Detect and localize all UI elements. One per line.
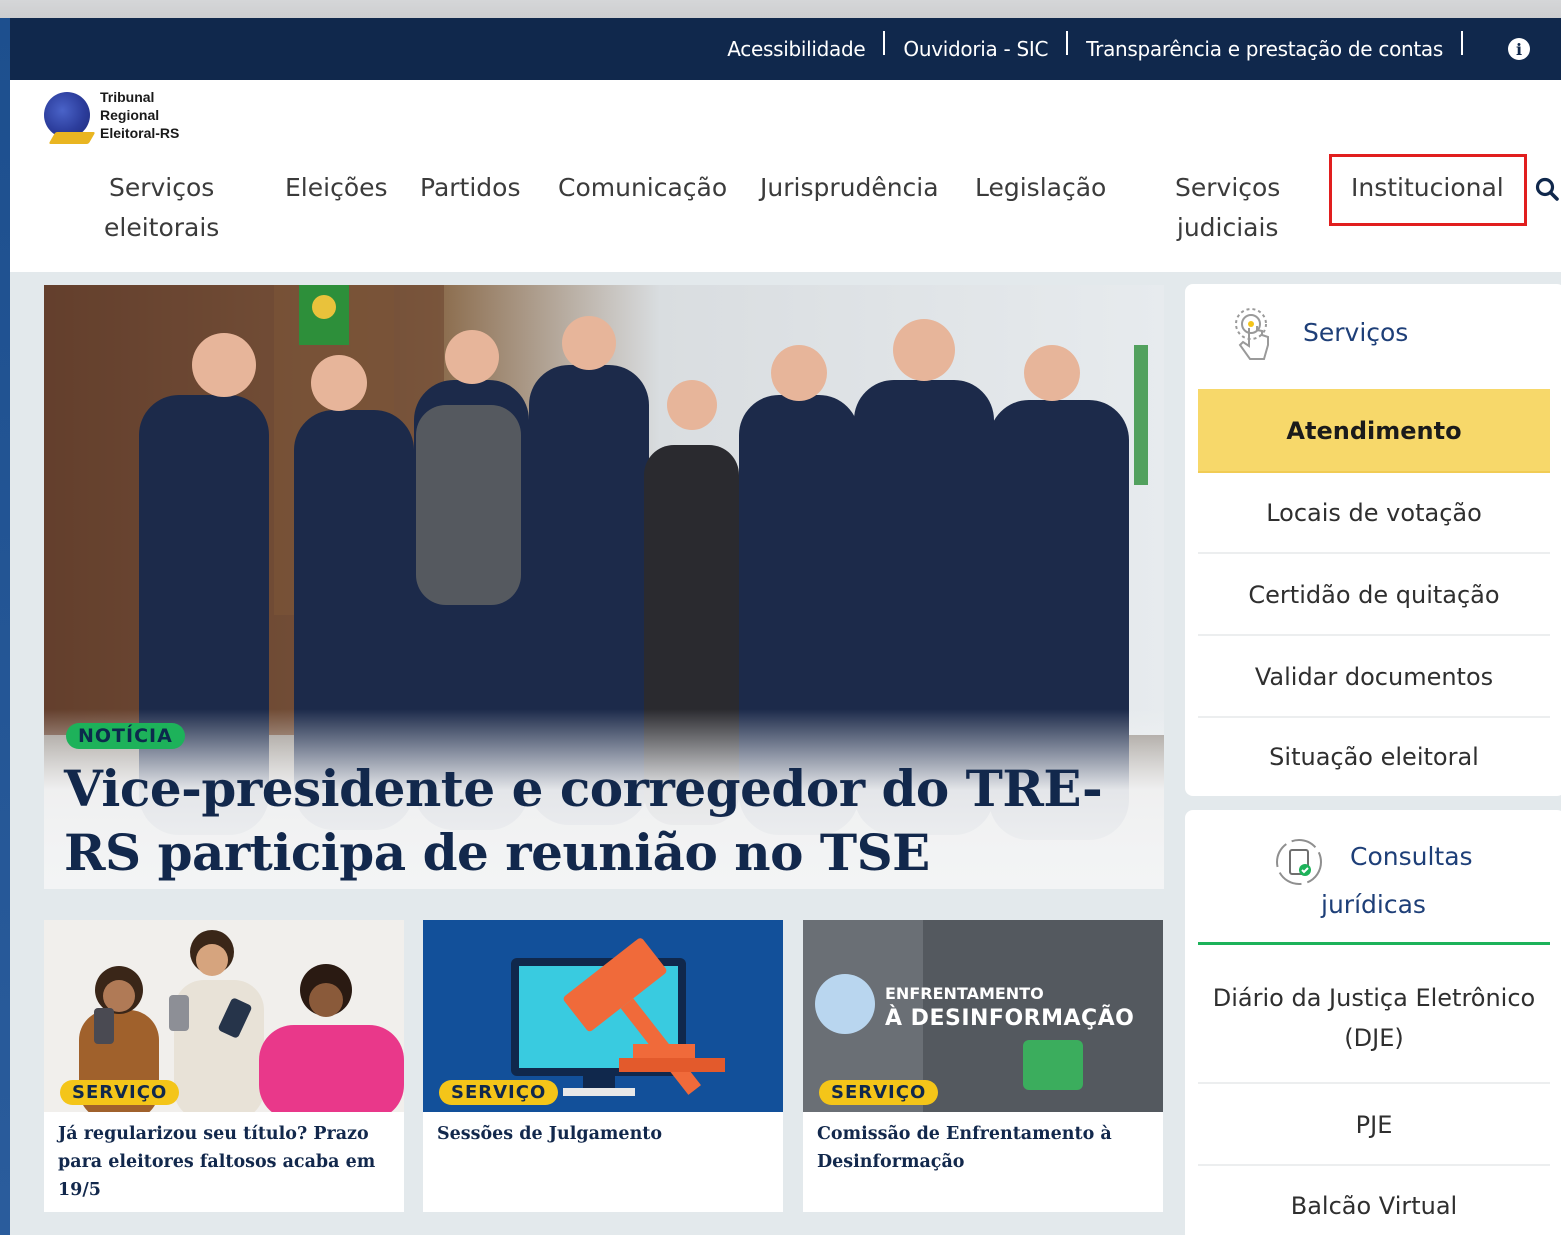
- info-icon[interactable]: i: [1508, 38, 1530, 60]
- highlight-box: [1329, 154, 1527, 226]
- sidebar-item-situacao-eleitoral[interactable]: Situação eleitoral: [1198, 718, 1550, 796]
- accessibility-link[interactable]: Acessibilidade: [727, 37, 865, 61]
- news-card-sessoes[interactable]: SERVIÇO Sessões de Julgamento: [423, 920, 783, 1212]
- globe-logo-icon: [44, 92, 90, 138]
- sidebar-item-validar-documentos[interactable]: Validar documentos: [1198, 636, 1550, 718]
- news-badge: NOTÍCIA: [66, 723, 185, 749]
- site-header: Tribunal Regional Eleitoral-RS Serviços …: [10, 80, 1561, 272]
- news-card-regularizacao[interactable]: SERVIÇO Já regularizou seu título? Prazo…: [44, 920, 404, 1212]
- nav-item-jurisprudencia[interactable]: Jurisprudência: [760, 168, 939, 208]
- image-caption-line1: ENFRENTAMENTO: [885, 984, 1044, 1003]
- transparency-link[interactable]: Transparência e prestação de contas: [1086, 37, 1443, 61]
- sidebar-item-diario-justica[interactable]: Diário da Justiça Eletrônico (DJE): [1198, 956, 1550, 1084]
- browser-viewport: Acessibilidade Ouvidoria - SIC Transparê…: [10, 18, 1561, 1235]
- card-title[interactable]: Já regularizou seu título? Prazo para el…: [58, 1120, 378, 1204]
- nav-item-comunicacao[interactable]: Comunicação: [558, 168, 727, 208]
- services-panel: Serviços Atendimento Locais de votação C…: [1185, 284, 1561, 796]
- sidebar-item-balcao-virtual[interactable]: Balcão Virtual: [1198, 1166, 1550, 1235]
- nav-item-servicos-eleitorais[interactable]: Serviços eleitorais: [104, 168, 219, 248]
- green-divider: [1198, 942, 1550, 945]
- hero-news-banner[interactable]: NOTÍCIA Vice-presidente e corregedor do …: [44, 285, 1164, 889]
- consultas-heading-line1: Consultas: [1350, 842, 1473, 871]
- nav-item-servicos-judiciais[interactable]: Serviços judiciais: [1175, 168, 1280, 248]
- nav-item-eleicoes[interactable]: Eleições: [285, 168, 388, 208]
- sidebar-item-locais-votacao[interactable]: Locais de votação: [1198, 473, 1550, 554]
- separator: [1461, 31, 1463, 55]
- consultas-heading-line2: jurídicas: [1321, 890, 1426, 919]
- hero-headline[interactable]: Vice-presidente e corregedor do TRE-RS p…: [64, 757, 1154, 885]
- card-title[interactable]: Sessões de Julgamento: [437, 1120, 757, 1148]
- image-caption-line2: À DESINFORMAÇÃO: [885, 1006, 1135, 1031]
- sidebar-item-pje[interactable]: PJE: [1198, 1084, 1550, 1166]
- logo-text: Tribunal Regional Eleitoral-RS: [100, 89, 180, 141]
- separator: [1066, 31, 1069, 55]
- news-card-desinformacao[interactable]: ENFRENTAMENTO À DESINFORMAÇÃO SERVIÇO Co…: [803, 920, 1163, 1212]
- site-logo[interactable]: Tribunal Regional Eleitoral-RS: [44, 88, 179, 142]
- sidebar-item-atendimento[interactable]: Atendimento: [1198, 389, 1550, 473]
- touch-hand-icon: [1235, 308, 1269, 360]
- services-heading: Serviços: [1303, 318, 1409, 347]
- card-title[interactable]: Comissão de Enfrentamento à Desinformaçã…: [817, 1120, 1137, 1176]
- service-badge: SERVIÇO: [60, 1080, 180, 1105]
- nav-item-partidos[interactable]: Partidos: [420, 168, 521, 208]
- separator: [883, 31, 886, 55]
- ombudsman-link[interactable]: Ouvidoria - SIC: [903, 37, 1048, 61]
- service-badge: SERVIÇO: [439, 1080, 559, 1105]
- search-icon[interactable]: [1534, 176, 1560, 202]
- document-check-icon: [1276, 839, 1322, 885]
- legal-consultations-panel: Consultas jurídicas Diário da Justiça El…: [1185, 810, 1561, 1235]
- utility-links: Acessibilidade Ouvidoria - SIC Transparê…: [727, 18, 1481, 80]
- service-badge: SERVIÇO: [819, 1080, 939, 1105]
- nav-item-legislacao[interactable]: Legislação: [975, 168, 1106, 208]
- sidebar-item-certidao-quitacao[interactable]: Certidão de quitação: [1198, 554, 1550, 636]
- top-utility-bar: Acessibilidade Ouvidoria - SIC Transparê…: [10, 18, 1561, 80]
